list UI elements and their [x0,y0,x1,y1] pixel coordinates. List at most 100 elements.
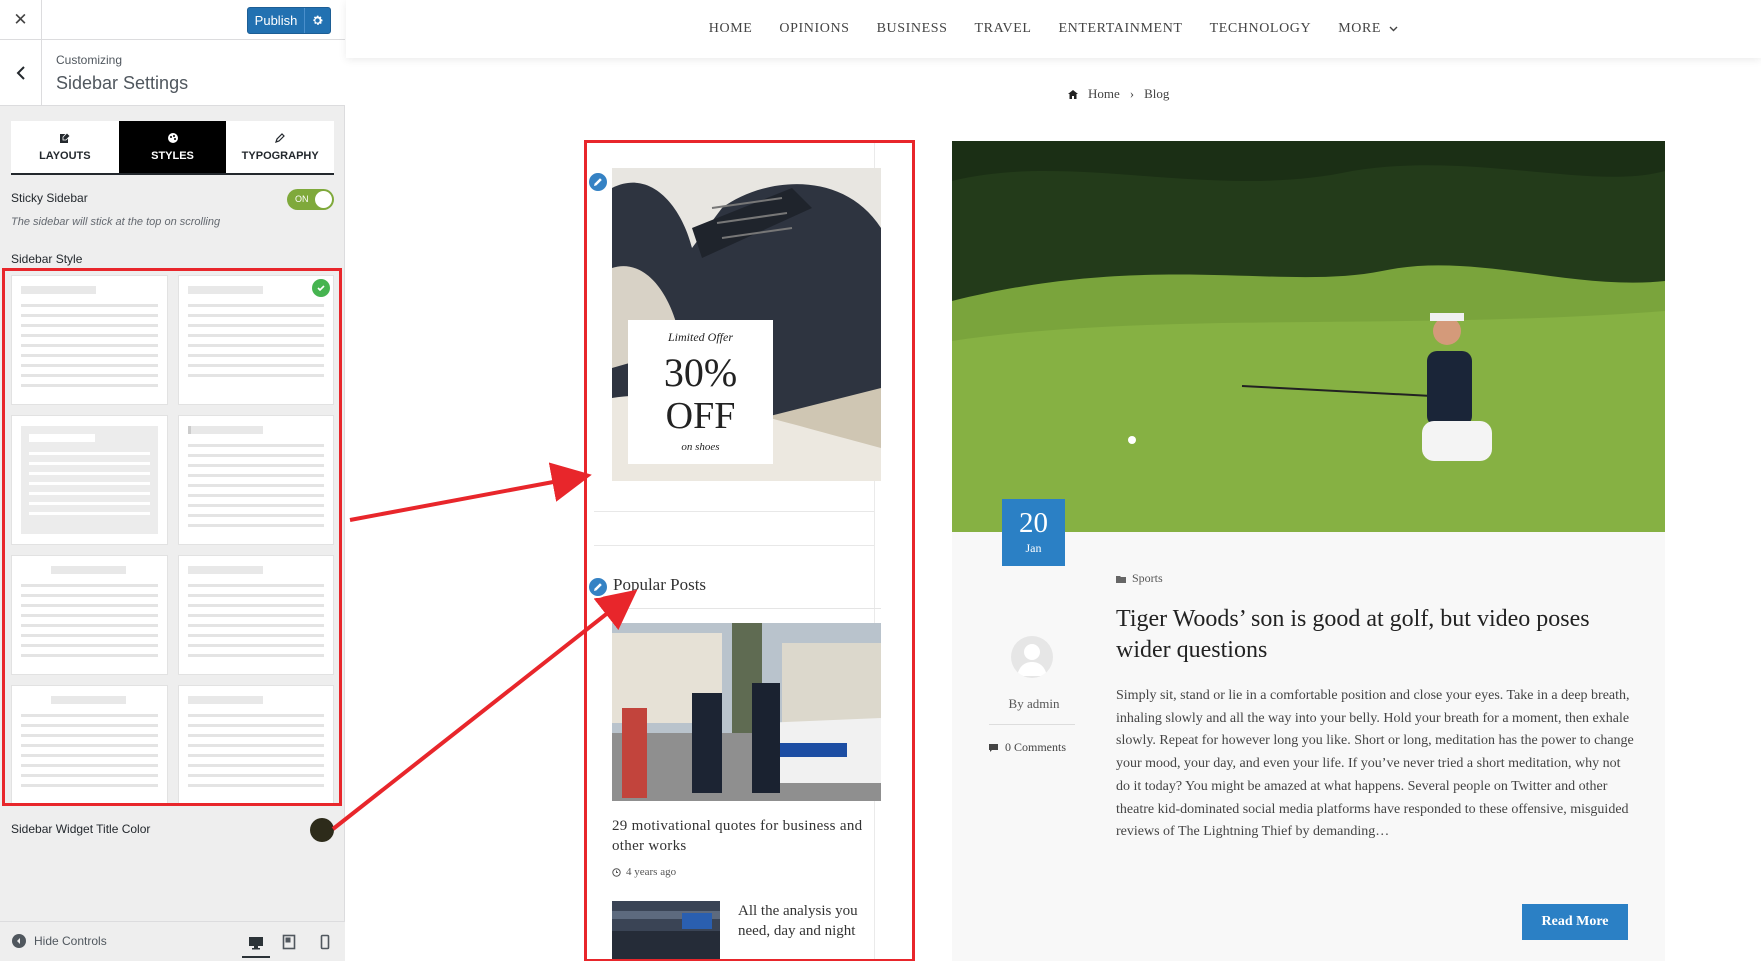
breadcrumb-separator: › [1129,86,1135,101]
sidebar-style-option[interactable] [11,275,168,405]
mobile-icon [320,934,330,950]
popular-post-title[interactable]: 29 motivational quotes for business and … [612,816,881,856]
nav-home[interactable]: HOME [709,21,753,37]
gear-icon [313,15,323,25]
sidebar-style-option[interactable] [11,685,168,805]
popular-post-date: 4 years ago [612,866,676,878]
sidebar-style-option[interactable] [177,415,334,545]
preview-mobile-button[interactable] [316,933,334,951]
promo-limited-text: Limited Offer [668,330,733,344]
nav-travel[interactable]: TRAVEL [975,21,1032,37]
breadcrumb: Home › Blog [1068,86,1169,102]
clock-icon [612,867,621,877]
nav-opinions[interactable]: OPINIONS [779,21,849,37]
sidebar-style-option[interactable] [177,555,334,675]
promo-card: Limited Offer 30% OFF on shoes [628,320,773,464]
tab-label: TYPOGRAPHY [241,150,319,162]
site-navigation: HOME OPINIONS BUSINESS TRAVEL ENTERTAINM… [346,0,1761,58]
layout-icon [59,132,71,143]
customizer-panel: ✕ Publish Customizing Sidebar Settings L… [0,0,345,961]
hide-controls-button[interactable]: Hide Controls [12,934,107,948]
pencil-icon [594,583,602,591]
folder-icon [1116,575,1126,583]
customizer-footer: Hide Controls [0,921,345,961]
tab-label: STYLES [151,150,194,162]
close-customizer-button[interactable]: ✕ [0,0,42,40]
edit-widget-button[interactable] [587,171,609,193]
post-thumbnail[interactable] [612,901,720,961]
tab-layouts[interactable]: LAYOUTS [11,121,119,173]
date-day: 20 [1019,507,1048,539]
sidebar-style-option[interactable] [11,415,168,545]
breadcrumb-current: Blog [1144,86,1170,101]
sticky-sidebar-toggle[interactable]: ON [287,189,334,210]
publish-settings-button[interactable] [304,8,330,33]
nav-more-label: MORE [1338,21,1382,36]
preview-desktop-button[interactable] [242,930,270,958]
widget-title-color-picker[interactable] [310,818,334,842]
pen-icon [275,133,286,143]
customizer-header: ✕ Publish [0,0,345,40]
nav-technology[interactable]: TECHNOLOGY [1210,21,1312,37]
article-featured-image[interactable] [952,141,1665,532]
stadium-image [612,901,720,961]
article-excerpt: Simply sit, stand or lie in a comfortabl… [1116,688,1634,840]
user-icon [1017,644,1047,676]
promo-banner-image[interactable]: Limited Offer 30% OFF on shoes [612,168,881,481]
post-author[interactable]: By admin [956,696,1112,712]
tab-label: LAYOUTS [39,150,91,162]
category-label: Sports [1132,571,1163,585]
avatar[interactable] [1011,636,1053,678]
section-crumb: Customizing [56,53,123,67]
read-more-button[interactable]: Read More [1522,904,1628,940]
collapse-icon [12,934,26,948]
home-icon [1068,89,1078,99]
breadcrumb-home[interactable]: Home [1088,86,1120,102]
section-header: Customizing Sidebar Settings [0,40,345,106]
chevron-down-icon [1389,26,1398,32]
publish-button[interactable]: Publish [247,7,331,34]
settings-tabs: LAYOUTS STYLES TYPOGRAPHY [11,121,335,175]
nav-more[interactable]: MORE [1338,21,1398,37]
check-icon [312,279,330,297]
widget-divider [594,545,874,546]
date-month: Jan [1025,541,1042,555]
article-title[interactable]: Tiger Woods’ son is good at golf, but vi… [1116,604,1646,666]
widget-divider [594,511,874,512]
nav-entertainment[interactable]: ENTERTAINMENT [1059,21,1183,37]
sidebar-style-option[interactable] [177,685,334,805]
toggle-knob [315,191,332,208]
popular-post-title[interactable]: All the analysis you need, day and night [738,901,888,941]
toggle-state-text: ON [295,194,309,204]
police-street-image [612,623,881,801]
widget-title-underline [612,608,881,609]
section-title: Sidebar Settings [56,73,189,93]
widget-title-color-label: Sidebar Widget Title Color [11,822,151,836]
post-thumbnail[interactable] [612,623,881,801]
sticky-sidebar-description: The sidebar will stick at the top on scr… [11,216,221,228]
chevron-left-icon [16,66,25,80]
promo-percent: 30% [663,350,738,395]
sidebar-style-label: Sidebar Style [11,252,83,266]
post-category[interactable]: Sports [1116,571,1163,586]
sidebar-style-options [11,275,334,805]
promo-off: OFF [665,395,736,437]
golfer-image [952,141,1665,532]
sticky-sidebar-label: Sticky Sidebar [11,191,88,205]
sidebar-style-option-selected[interactable] [177,275,334,405]
tab-styles[interactable]: STYLES [118,121,227,173]
sidebar-style-option[interactable] [11,555,168,675]
nav-business[interactable]: BUSINESS [877,21,948,37]
back-button[interactable] [0,40,42,106]
preview-tablet-button[interactable] [280,933,298,951]
tablet-icon [282,934,296,950]
promo-subtitle: on shoes [681,441,720,453]
tab-typography[interactable]: TYPOGRAPHY [226,121,335,173]
comment-icon [989,743,998,752]
popular-posts-title: Popular Posts [613,575,707,594]
comments-count: 0 Comments [1005,740,1067,754]
edit-widget-button[interactable] [587,576,609,598]
date-badge: 20 Jan [1002,499,1065,566]
comments-link[interactable]: 0 Comments [988,740,1066,755]
close-icon: ✕ [13,10,28,29]
